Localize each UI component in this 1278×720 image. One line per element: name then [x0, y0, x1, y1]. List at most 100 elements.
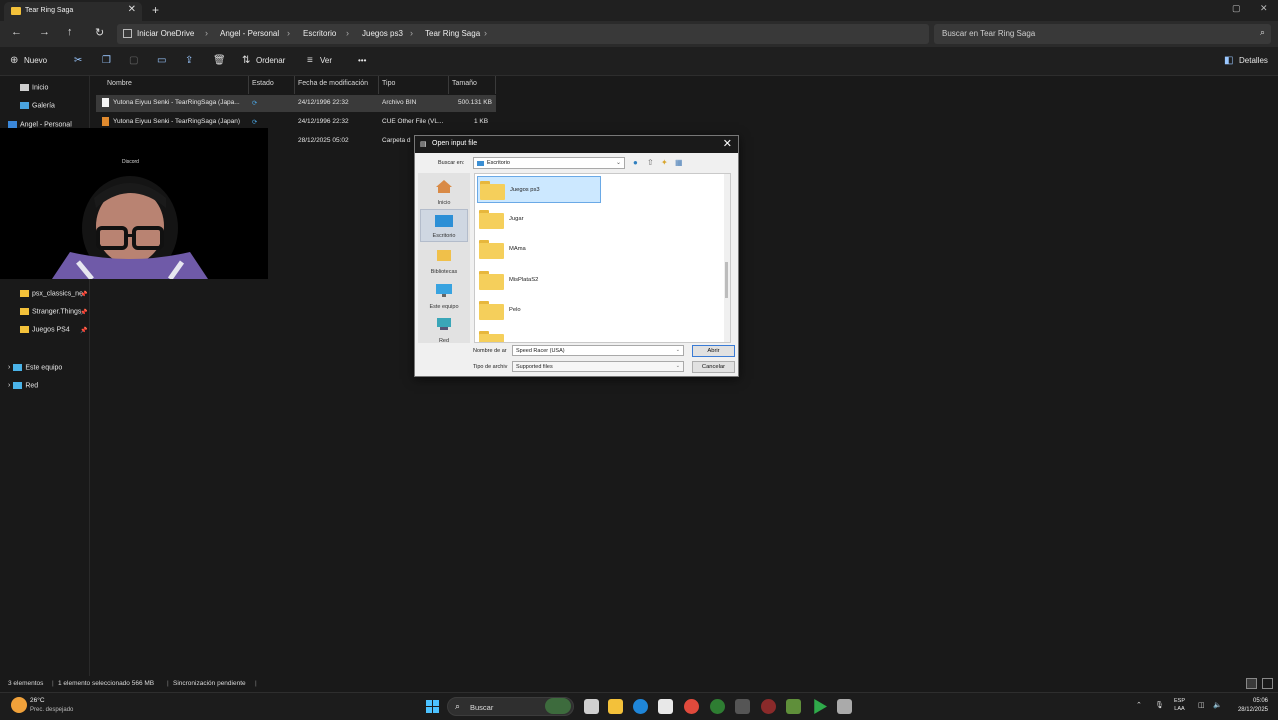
- new-tab-button[interactable]: +: [152, 3, 159, 17]
- sort-button[interactable]: Ordenar: [256, 56, 285, 65]
- forward-button[interactable]: →: [39, 26, 50, 38]
- column-header-name[interactable]: Nombre: [107, 80, 132, 87]
- new-folder-icon[interactable]: ✦: [661, 158, 668, 167]
- address-bar[interactable]: Iniciar OneDrive › Angel - Personal › Es…: [117, 24, 929, 44]
- tray-overflow-icon[interactable]: ⌃: [1136, 701, 1142, 709]
- cut-icon[interactable]: ✂: [74, 55, 82, 66]
- rename-icon[interactable]: ▭: [157, 55, 166, 66]
- file-explorer-icon[interactable]: [608, 699, 623, 714]
- chevron-down-icon[interactable]: ⌄: [676, 347, 680, 353]
- dialog-title-bar[interactable]: ▤ Open input file ✕: [415, 136, 738, 153]
- place-home[interactable]: Inicio: [420, 175, 468, 208]
- restore-icon[interactable]: ▢: [1232, 3, 1241, 14]
- column-divider[interactable]: [448, 76, 449, 94]
- play-icon[interactable]: [814, 699, 827, 714]
- search-highlight-icon[interactable]: [545, 698, 571, 714]
- sidebar-item-network[interactable]: › Red: [8, 382, 38, 396]
- share-icon[interactable]: ⇪: [185, 55, 193, 66]
- place-this-pc[interactable]: Este equipo: [420, 279, 468, 312]
- weather-icon[interactable]: [11, 697, 27, 713]
- app-icon[interactable]: [837, 699, 852, 714]
- filetype-select[interactable]: Supported files ⌄: [512, 361, 684, 372]
- column-divider[interactable]: [495, 76, 496, 94]
- list-item[interactable]: Juegos ps3: [477, 176, 601, 203]
- task-view-icon[interactable]: [584, 699, 599, 714]
- breadcrumb-item[interactable]: Angel - Personal: [220, 29, 279, 38]
- start-button[interactable]: [426, 700, 439, 713]
- tiles-view-icon[interactable]: [1262, 678, 1273, 689]
- close-window-icon[interactable]: ✕: [1260, 3, 1268, 14]
- details-button[interactable]: Detalles: [1239, 56, 1268, 65]
- file-row[interactable]: Yutona Eiyuu Senki - TearRingSaga (Japa.…: [96, 95, 496, 112]
- filename-input[interactable]: Speed Racer (USA) ⌄: [512, 345, 684, 356]
- emulator-icon[interactable]: [786, 699, 801, 714]
- column-header-status[interactable]: Estado: [252, 80, 274, 87]
- details-view-icon[interactable]: [1246, 678, 1257, 689]
- paste-icon[interactable]: ▢: [129, 55, 138, 66]
- store-icon[interactable]: [658, 699, 673, 714]
- open-button[interactable]: Abrir: [692, 345, 735, 357]
- search-icon: ⌕: [1259, 27, 1265, 37]
- new-button[interactable]: Nuevo: [24, 56, 47, 65]
- breadcrumb-item[interactable]: Juegos ps3: [362, 29, 403, 38]
- column-header-type[interactable]: Tipo: [382, 80, 395, 87]
- scrollbar-thumb[interactable]: [725, 262, 728, 298]
- look-in-dropdown[interactable]: Escritorio ⌄: [473, 157, 625, 169]
- back-icon[interactable]: ●: [633, 158, 638, 167]
- breadcrumb-item[interactable]: Tear Ring Saga: [425, 29, 480, 38]
- clock[interactable]: 05:06 28/12/2025: [1238, 697, 1268, 715]
- column-divider[interactable]: [248, 76, 249, 94]
- more-button[interactable]: •••: [358, 56, 366, 65]
- sidebar-item-gallery[interactable]: Galería: [20, 102, 55, 116]
- sidebar-item-home[interactable]: Inicio: [20, 84, 48, 98]
- desktop-icon: [477, 161, 484, 166]
- vertical-scrollbar[interactable]: [724, 174, 730, 342]
- folder-list[interactable]: Juegos ps3 Jugar MAma MisPlataS2 Pelo: [474, 173, 731, 343]
- view-menu-icon[interactable]: ▦: [675, 158, 683, 167]
- wifi-icon[interactable]: ◫: [1198, 701, 1205, 709]
- sidebar-item-this-pc[interactable]: › Este equipo: [8, 364, 62, 378]
- sidebar-item-pinned[interactable]: psx_classics_ne: [20, 290, 83, 304]
- column-divider[interactable]: [294, 76, 295, 94]
- back-button[interactable]: ←: [11, 26, 22, 38]
- list-item[interactable]: [477, 327, 601, 342]
- playstation-icon[interactable]: [735, 699, 750, 714]
- refresh-button[interactable]: ↻: [95, 26, 104, 39]
- language-indicator[interactable]: ESP LAA: [1174, 697, 1185, 713]
- search-input[interactable]: Buscar en Tear Ring Saga ⌕: [934, 24, 1271, 44]
- column-divider[interactable]: [378, 76, 379, 94]
- search-placeholder: Buscar en Tear Ring Saga: [942, 29, 1036, 38]
- breadcrumb-item[interactable]: Iniciar OneDrive: [137, 29, 194, 38]
- up-folder-icon[interactable]: ⇧: [647, 158, 654, 167]
- xbox-icon[interactable]: [710, 699, 725, 714]
- place-libraries[interactable]: Bibliotecas: [420, 244, 468, 277]
- list-item[interactable]: MAma: [477, 236, 601, 263]
- list-item[interactable]: MisPlataS2: [477, 267, 601, 294]
- tab-tear-ring-saga[interactable]: Tear Ring Saga ✕: [4, 2, 142, 21]
- breadcrumb-item[interactable]: Escritorio: [303, 29, 336, 38]
- webcam-person-image: [52, 176, 208, 279]
- delete-icon[interactable]: 🗑: [213, 55, 226, 66]
- sidebar-item-pinned[interactable]: Juegos PS4: [20, 326, 70, 340]
- cancel-button[interactable]: Cancelar: [692, 361, 735, 373]
- view-button[interactable]: Ver: [320, 56, 332, 65]
- desktop-icon: [435, 215, 453, 227]
- close-tab-icon[interactable]: ✕: [128, 4, 136, 15]
- column-header-size[interactable]: Tamaño: [452, 80, 477, 87]
- microphone-icon[interactable]: 🎙: [1155, 701, 1164, 709]
- opera-icon[interactable]: [761, 699, 776, 714]
- chevron-right-icon[interactable]: ›: [8, 382, 10, 389]
- close-dialog-icon[interactable]: ✕: [723, 137, 732, 150]
- list-item[interactable]: Jugar: [477, 206, 601, 233]
- up-button[interactable]: ↑: [67, 26, 73, 38]
- chevron-right-icon[interactable]: ›: [8, 364, 10, 371]
- volume-icon[interactable]: 🔈: [1213, 701, 1222, 709]
- list-item[interactable]: Pelo: [477, 297, 601, 324]
- column-header-modified[interactable]: Fecha de modificación: [298, 80, 368, 87]
- place-network[interactable]: Red: [420, 313, 468, 346]
- edge-icon[interactable]: [633, 699, 648, 714]
- place-desktop[interactable]: Escritorio: [420, 209, 468, 242]
- chrome-icon[interactable]: [684, 699, 699, 714]
- sidebar-item-pinned[interactable]: Stranger.Things: [20, 308, 81, 322]
- copy-icon[interactable]: ❐: [102, 55, 111, 66]
